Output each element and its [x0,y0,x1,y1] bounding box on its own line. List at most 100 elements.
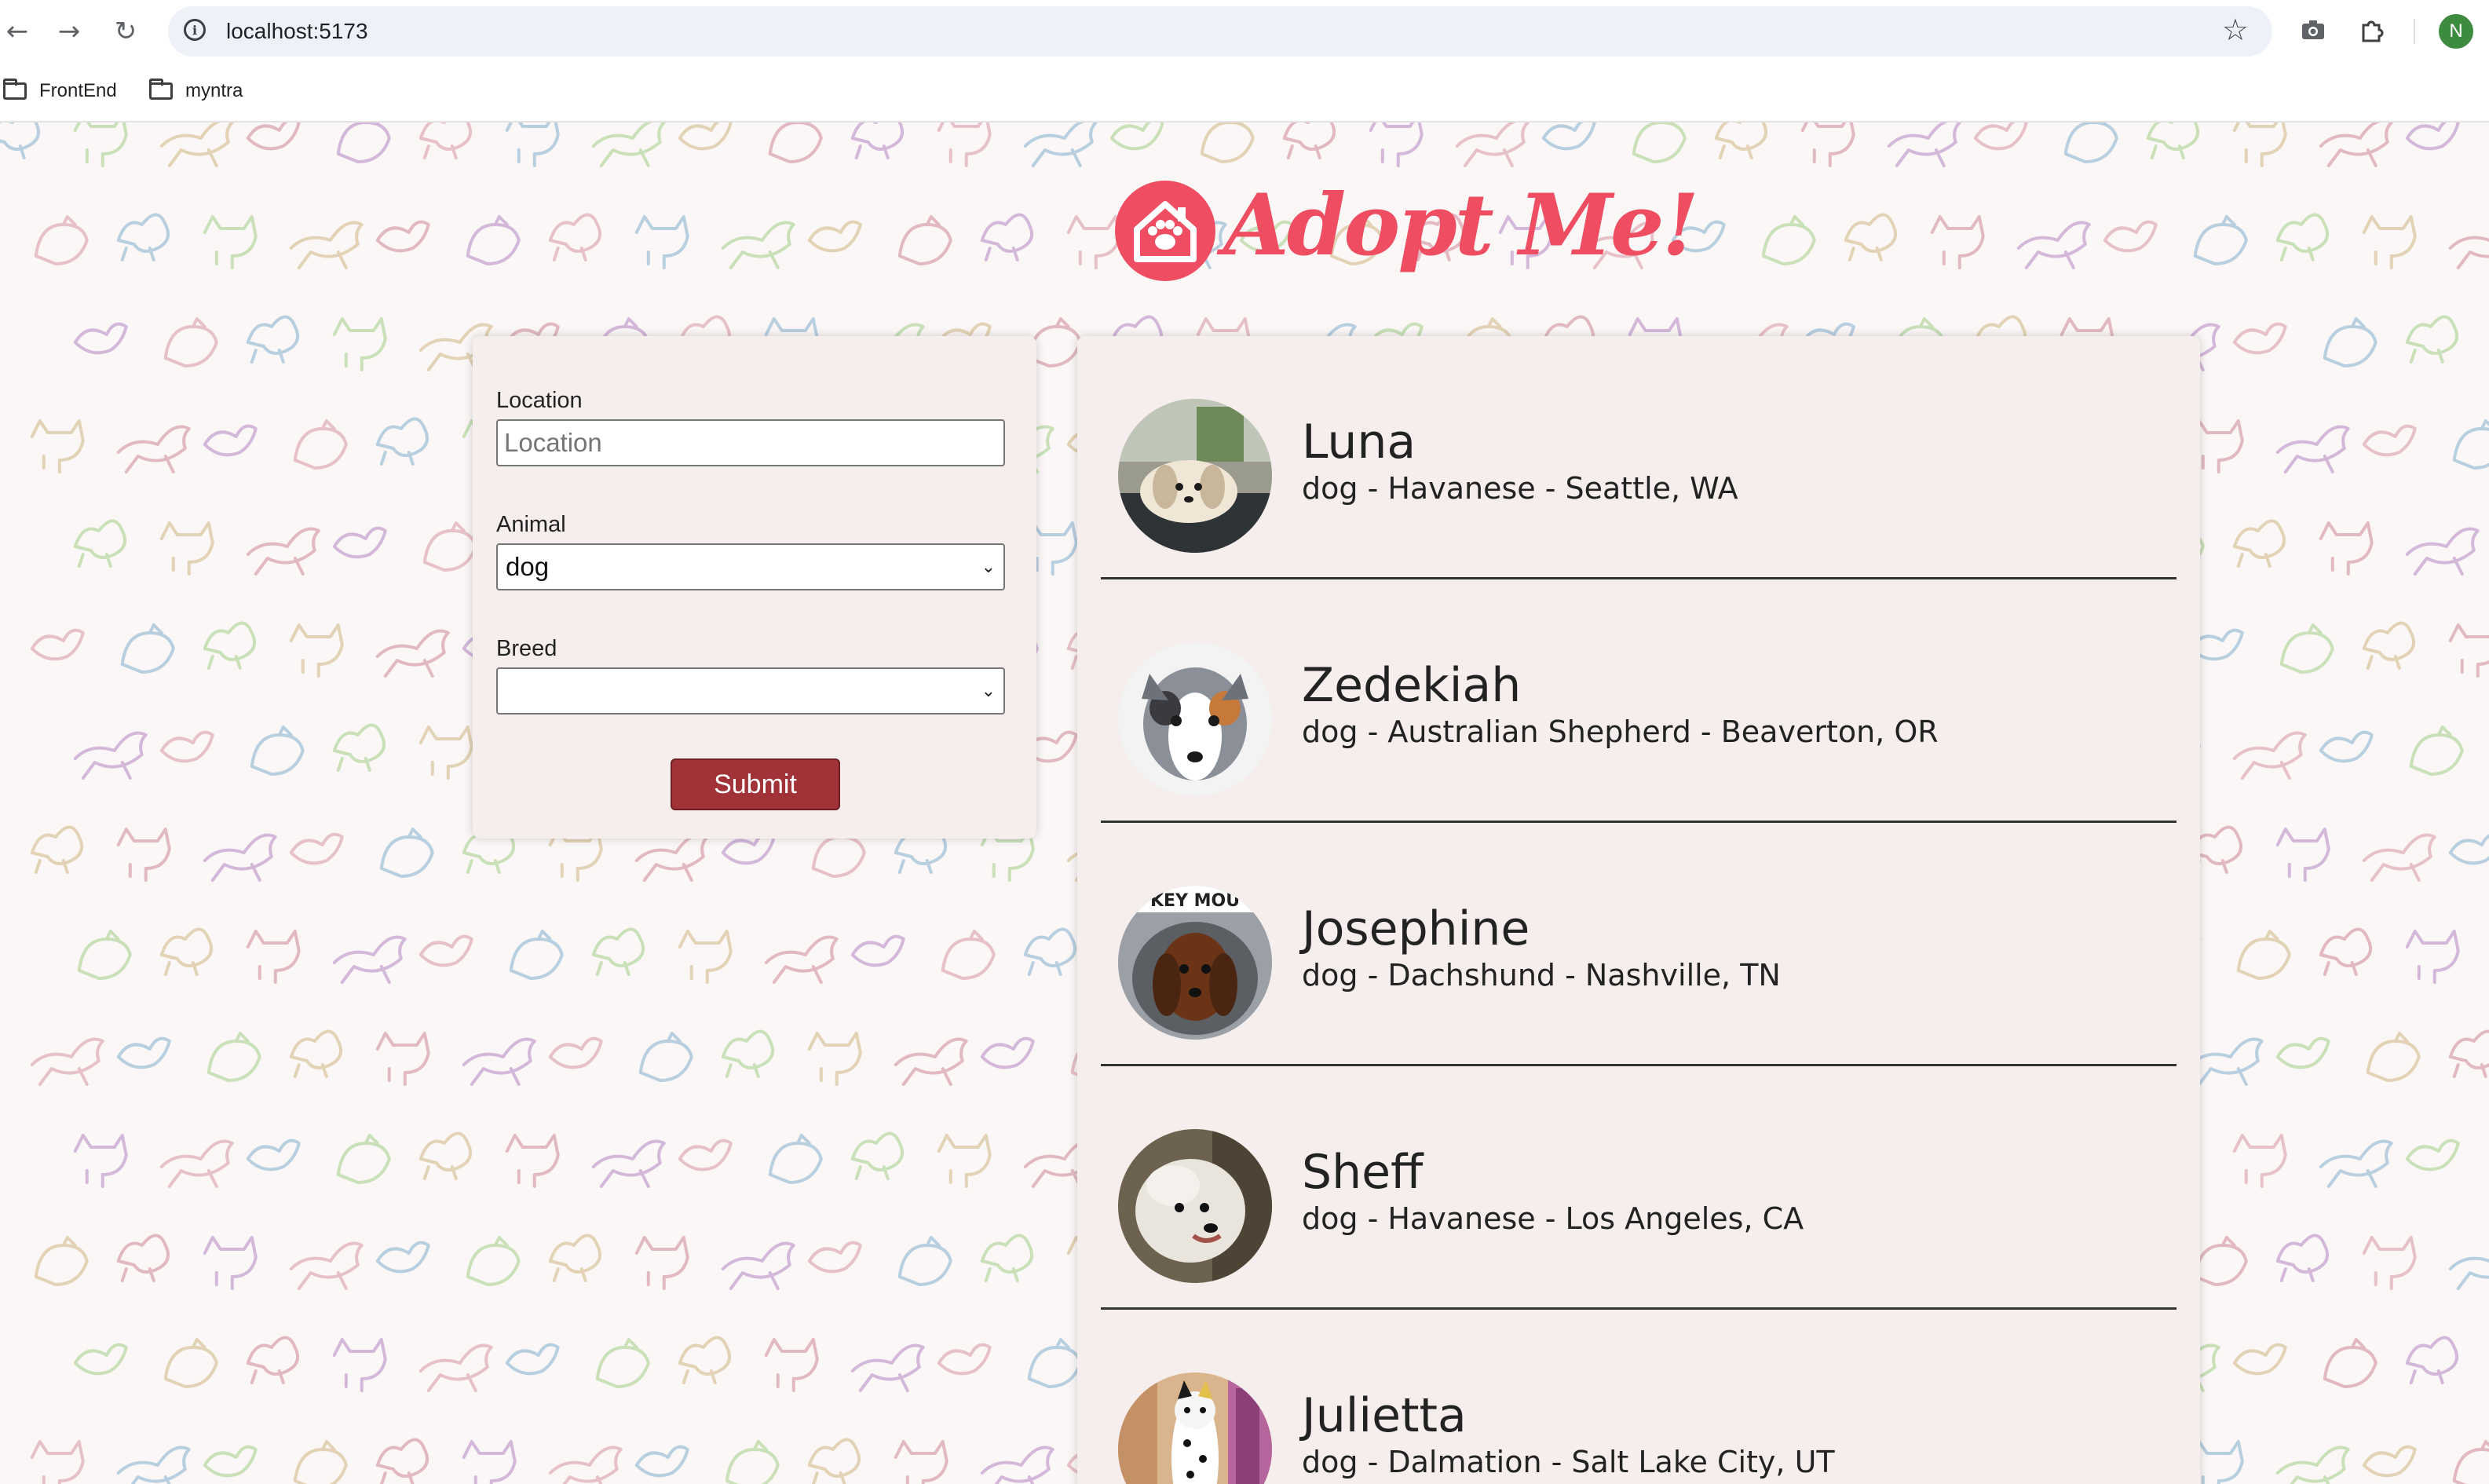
location-label: Location [496,388,583,413]
pattern-animal-outline [246,1139,301,1171]
pattern-animal-outline [73,1134,128,1188]
pattern-animal-outline [30,825,84,874]
bookmark-frontend[interactable]: FrontEnd [3,75,117,107]
pet-card[interactable]: Sheff dog - Havanese - Los Angeles, CA [1101,1066,2177,1310]
pattern-animal-outline [2146,122,2200,159]
address-bar[interactable]: i localhost:5173 ☆ [168,6,2272,57]
pattern-animal-outline [2275,425,2350,473]
pattern-animal-outline [159,730,214,763]
pattern-animal-outline [2452,1440,2489,1484]
pattern-animal-outline [2448,236,2489,269]
pattern-animal-outline [332,723,386,772]
url-text[interactable]: localhost:5173 [226,6,368,57]
breed-select[interactable]: ⌄ [496,667,1005,715]
pattern-animal-outline [2016,221,2091,269]
pattern-animal-outline [2323,317,2378,367]
pattern-animal-outline [941,930,996,980]
pet-card[interactable]: Julietta dog - Dalmation - Salt Lake Cit… [1101,1310,2177,1484]
pattern-animal-outline [2279,623,2334,674]
pattern-animal-outline [725,1440,780,1484]
pattern-animal-outline [2362,1445,2417,1478]
pattern-animal-outline [332,317,387,371]
pattern-animal-outline [980,1234,1034,1282]
pattern-animal-outline [548,1036,603,1069]
pattern-animal-outline [2409,726,2464,776]
pattern-animal-outline [591,122,666,167]
forward-icon[interactable]: → [52,14,86,49]
pattern-animal-outline [116,425,191,473]
pattern-animal-outline [2405,527,2480,576]
pattern-animal-outline [73,122,128,167]
pattern-animal-outline [1027,317,1082,367]
pattern-animal-outline [897,1236,952,1286]
pattern-animal-outline [1930,215,1985,269]
pattern-animal-outline [0,122,41,159]
pattern-animal-outline [768,122,823,163]
pattern-animal-outline [634,1445,689,1478]
bookmarks-bar: FrontEnd myntra [0,63,2489,170]
pattern-animal-outline [246,930,301,984]
pattern-animal-outline [2319,927,2373,976]
pattern-animal-outline [159,521,214,576]
submit-button[interactable]: Submit [671,758,840,810]
extensions-icon[interactable] [2354,13,2388,47]
pet-card[interactable]: Luna dog - Havanese - Seattle, WA [1101,336,2177,579]
pattern-animal-outline [1844,213,1898,261]
pattern-animal-outline [1455,122,1530,167]
pattern-animal-outline [30,1440,85,1484]
pattern-animal-outline [850,934,905,967]
site-logo[interactable]: Adopt Me! [1115,176,1699,298]
breed-label: Breed [496,636,557,661]
pattern-animal-outline [462,1440,517,1484]
pattern-animal-outline [807,1241,862,1274]
bookmark-myntra[interactable]: myntra [149,75,243,107]
pattern-animal-outline [548,213,602,261]
pattern-animal-outline [2362,833,2436,882]
logo-text: Adopt Me! [1223,176,1699,275]
animal-select[interactable]: dog ⌄ [496,543,1005,590]
pattern-animal-outline [2319,521,2374,576]
pattern-animal-outline [509,930,564,980]
pattern-animal-outline [2189,1037,2264,1086]
pet-name: Josephine [1302,901,1530,956]
location-input[interactable] [496,419,1005,466]
pattern-animal-outline [678,122,733,151]
pattern-animal-outline [2362,621,2416,670]
pattern-animal-outline [289,623,344,678]
pet-description: dog - Dalmation - Salt Lake City, UT [1302,1445,1835,1479]
pattern-animal-outline [332,1338,387,1392]
pattern-animal-outline [2275,828,2330,882]
pattern-animal-outline [937,122,992,167]
bookmark-star-icon[interactable]: ☆ [2222,13,2249,47]
pet-card[interactable]: Zedekiah dog - Australian Shepherd - Bea… [1101,579,2177,823]
pattern-animal-outline [937,1343,992,1376]
pattern-animal-outline [2232,1343,2287,1376]
svg-text:KEY MOU: KEY MOU [1150,891,1240,911]
pattern-animal-outline [2362,1236,2417,1290]
pattern-animal-outline [2405,315,2459,364]
pattern-animal-outline [73,1343,128,1376]
pattern-animal-outline [2193,1236,2248,1286]
pattern-animal-outline [2448,834,2489,865]
pattern-animal-outline [807,1438,861,1484]
back-icon[interactable]: ← [0,14,35,49]
pattern-animal-outline [203,1445,258,1478]
pattern-animal-outline [638,1032,693,1082]
bookmark-label: FrontEnd [39,80,117,101]
pattern-animal-outline [894,1037,968,1086]
camera-icon[interactable] [2296,13,2330,47]
pattern-animal-outline [1714,122,1768,159]
pattern-animal-outline [2448,623,2489,678]
pattern-animal-outline [850,1343,925,1392]
toolbar-separator [2414,19,2415,44]
pattern-animal-outline [897,215,952,265]
pet-card[interactable]: KEY MOU Josephine dog - Dachshund - Nash… [1101,823,2177,1066]
reload-icon[interactable]: ↻ [108,14,143,49]
site-info-icon[interactable]: i [184,19,206,41]
pattern-animal-outline [721,221,795,269]
pet-name: Zedekiah [1302,658,1522,713]
pattern-animal-outline [595,1338,650,1388]
pattern-animal-outline [418,1131,473,1180]
pattern-animal-outline [332,935,407,984]
profile-avatar[interactable]: N [2439,14,2473,49]
